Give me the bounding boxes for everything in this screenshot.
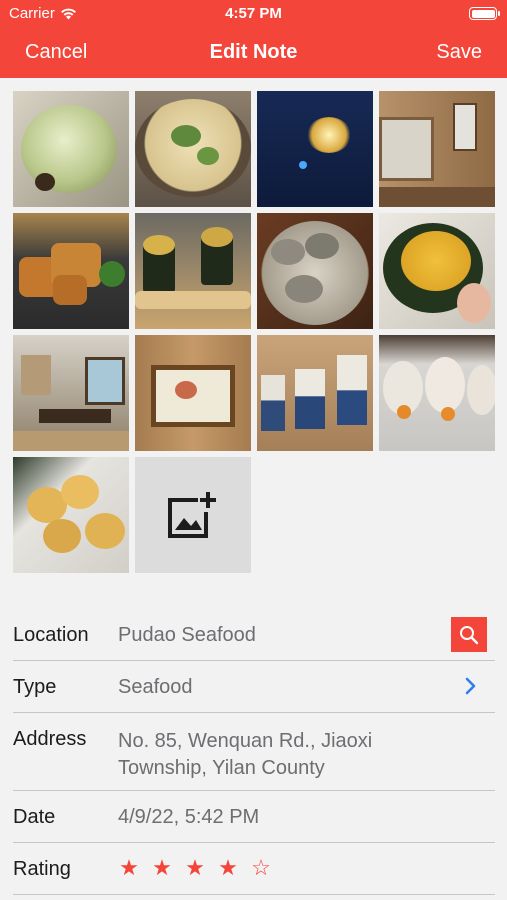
location-row: Location Pudao Seafood	[13, 608, 495, 661]
photo-thumbnail[interactable]	[135, 91, 251, 207]
add-photo-icon	[168, 492, 216, 538]
address-label: Address	[13, 728, 87, 750]
rating-stars: ★ ★ ★ ★ ☆	[118, 855, 272, 880]
address-row: Address No. 85, Wenquan Rd., Jiaoxi Town…	[13, 713, 495, 791]
photo-thumbnail[interactable]	[257, 91, 373, 207]
star-filled-icon[interactable]: ★	[217, 855, 239, 880]
photo-thumbnail[interactable]	[379, 335, 495, 451]
save-button[interactable]: Save	[436, 41, 482, 64]
status-time: 4:57 PM	[225, 5, 282, 22]
battery-icon	[469, 7, 500, 20]
status-bar: Carrier 4:57 PM	[0, 0, 507, 28]
star-filled-icon[interactable]: ★	[184, 855, 206, 880]
photo-thumbnail[interactable]	[13, 335, 129, 451]
location-search-button[interactable]	[451, 617, 487, 652]
star-filled-icon[interactable]: ★	[151, 855, 173, 880]
date-row: Date 4/9/22, 5:42 PM	[13, 791, 495, 843]
photo-thumbnail[interactable]	[135, 335, 251, 451]
location-field[interactable]: Pudao Seafood	[118, 624, 256, 647]
note-form: Location Pudao Seafood Type Seafood Addr…	[13, 608, 495, 895]
rating-label: Rating	[13, 858, 71, 880]
photo-grid	[13, 91, 495, 573]
date-label: Date	[13, 806, 56, 828]
type-value: Seafood	[118, 676, 193, 698]
photo-thumbnail[interactable]	[13, 213, 129, 329]
location-label: Location	[13, 624, 89, 646]
page-title: Edit Note	[209, 41, 298, 63]
search-icon	[460, 625, 479, 644]
date-field[interactable]: 4/9/22, 5:42 PM	[118, 806, 259, 829]
navigation-bar: Cancel Edit Note Save	[0, 30, 507, 76]
photo-thumbnail[interactable]	[257, 213, 373, 329]
photo-thumbnail[interactable]	[13, 457, 129, 573]
top-bar: Carrier 4:57 PM Cancel Edit Note Save	[0, 0, 507, 78]
photo-thumbnail[interactable]	[13, 91, 129, 207]
photo-thumbnail[interactable]	[379, 91, 495, 207]
photo-thumbnail[interactable]	[379, 213, 495, 329]
type-row[interactable]: Type Seafood	[13, 661, 495, 713]
star-empty-icon[interactable]: ☆	[250, 855, 272, 880]
photo-thumbnail[interactable]	[135, 213, 251, 329]
rating-row: Rating ★ ★ ★ ★ ☆	[13, 843, 495, 895]
photo-thumbnail[interactable]	[257, 335, 373, 451]
add-photo-button[interactable]	[135, 457, 251, 573]
type-label: Type	[13, 676, 57, 698]
star-filled-icon[interactable]: ★	[118, 855, 140, 880]
address-field[interactable]: No. 85, Wenquan Rd., Jiaoxi Township, Yi…	[118, 728, 438, 782]
chevron-right-icon[interactable]	[465, 677, 477, 695]
